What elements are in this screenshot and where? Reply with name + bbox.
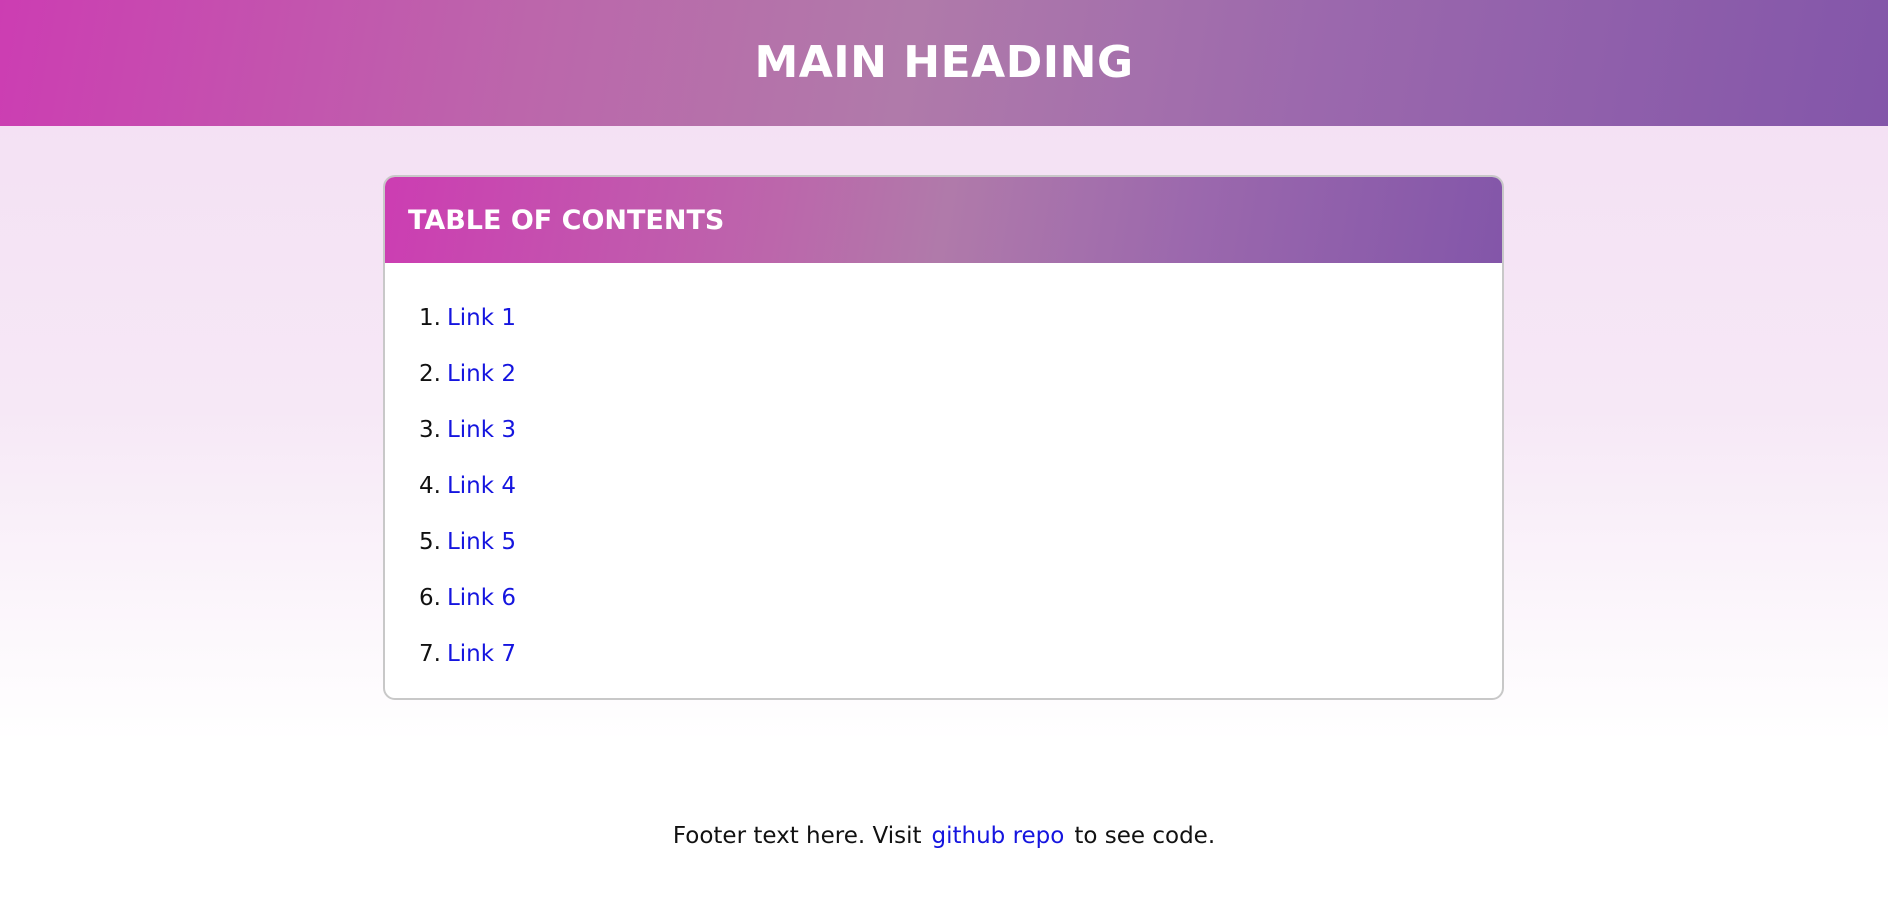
toc-header: TABLE OF CONTENTS [385, 177, 1502, 263]
main-heading: MAIN HEADING [754, 37, 1134, 88]
toc-link-6[interactable]: Link 6 [447, 585, 516, 611]
toc-link-2[interactable]: Link 2 [447, 361, 516, 387]
toc-item-6: 6. Link 6 [419, 570, 1502, 626]
toc-item-5: 5. Link 5 [419, 514, 1502, 570]
toc-item-2: 2. Link 2 [419, 346, 1502, 402]
toc-link-7[interactable]: Link 7 [447, 641, 516, 667]
toc-link-5[interactable]: Link 5 [447, 529, 516, 555]
toc-item-number: 2. [419, 361, 441, 387]
toc-item-4: 4. Link 4 [419, 458, 1502, 514]
toc-item-number: 1. [419, 305, 441, 331]
toc-item-1: 1. Link 1 [419, 290, 1502, 346]
toc-item-number: 6. [419, 585, 441, 611]
table-of-contents-card: TABLE OF CONTENTS 1. Link 1 2. Link 2 3.… [383, 175, 1504, 700]
toc-item-number: 4. [419, 473, 441, 499]
footer-text-before: Footer text here. Visit [672, 823, 922, 849]
toc-link-4[interactable]: Link 4 [447, 473, 516, 499]
toc-item-number: 5. [419, 529, 441, 555]
toc-item-number: 7. [419, 641, 441, 667]
footer-text-after: to see code. [1074, 823, 1216, 849]
toc-link-3[interactable]: Link 3 [447, 417, 516, 443]
github-repo-link[interactable]: github repo [932, 823, 1065, 849]
toc-item-7: 7. Link 7 [419, 626, 1502, 682]
page-header: MAIN HEADING [0, 0, 1888, 126]
toc-link-1[interactable]: Link 1 [447, 305, 516, 331]
page-footer: Footer text here. Visit github repo to see… [0, 823, 1888, 849]
toc-title: TABLE OF CONTENTS [408, 204, 725, 236]
toc-list: 1. Link 1 2. Link 2 3. Link 3 4. Link 4 … [385, 263, 1502, 682]
toc-item-number: 3. [419, 417, 441, 443]
toc-item-3: 3. Link 3 [419, 402, 1502, 458]
